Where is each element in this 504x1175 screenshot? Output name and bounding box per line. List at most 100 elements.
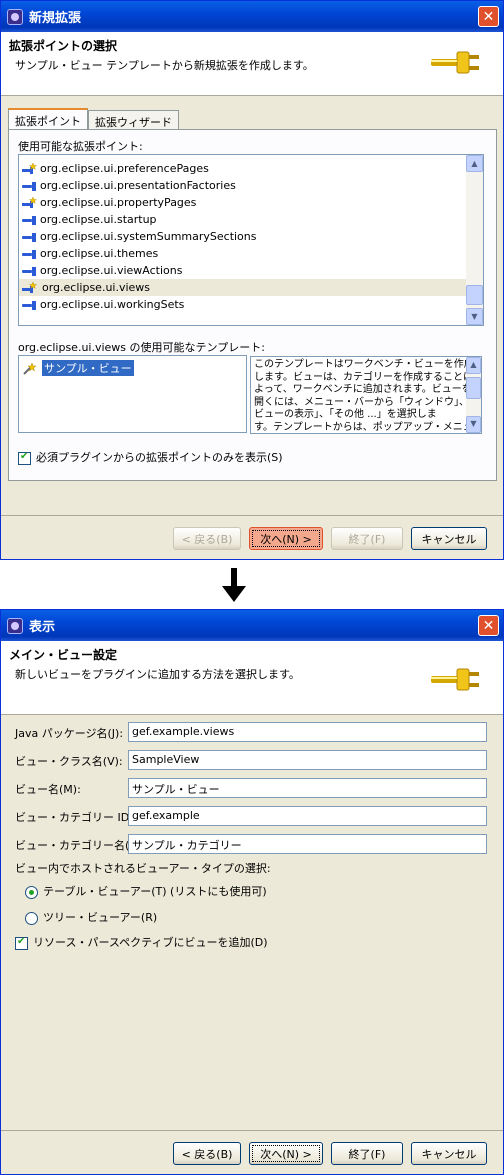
field-label: ビュー・クラス名(V): bbox=[15, 755, 123, 768]
finish-button[interactable]: 終了(F) bbox=[331, 1142, 403, 1165]
plug-icon bbox=[22, 231, 38, 243]
extension-point-item[interactable]: org.eclipse.ui.workingSets bbox=[19, 296, 483, 313]
description-scrollbar[interactable]: ▲ ▼ bbox=[466, 357, 481, 433]
scroll-thumb[interactable] bbox=[466, 377, 481, 399]
extension-point-item[interactable]: org.eclipse.ui.propertyPages bbox=[19, 194, 483, 211]
extension-template-icon bbox=[22, 280, 38, 294]
wizard-icon bbox=[22, 361, 40, 375]
text-field[interactable]: gef.example bbox=[128, 806, 487, 826]
back-button[interactable]: < 戻る(B) bbox=[173, 527, 241, 550]
description-line: す。テンプレートからは、ポップアップ・メニュー bbox=[254, 421, 482, 433]
vertical-scrollbar[interactable]: ▲ ▼ bbox=[466, 155, 483, 325]
plug-icon bbox=[22, 265, 38, 277]
eclipse-icon bbox=[7, 8, 23, 25]
description-line: します。ビューは、カテゴリーを作成することに bbox=[254, 371, 473, 383]
templates-label: org.eclipse.ui.views の使用可能なテンプレート: bbox=[18, 341, 265, 354]
extension-point-label: org.eclipse.ui.propertyPages bbox=[40, 196, 197, 209]
scroll-down-icon[interactable]: ▼ bbox=[466, 416, 481, 433]
page-title: メイン・ビュー設定 bbox=[9, 648, 118, 662]
table-viewer-radio[interactable]: テーブル・ビューアー(T) (リストにも使用可) bbox=[25, 883, 267, 899]
template-item[interactable]: サンプル・ビュー bbox=[19, 359, 246, 376]
scroll-up-icon[interactable]: ▲ bbox=[466, 155, 483, 172]
text-field[interactable]: gef.example.views bbox=[128, 722, 487, 742]
available-points-label: 使用可能な拡張ポイント: bbox=[18, 140, 143, 153]
radio-dot[interactable] bbox=[25, 911, 38, 925]
title-bar[interactable]: 新規拡張 bbox=[1, 1, 503, 32]
page-title: 拡張ポイントの選択 bbox=[9, 39, 118, 53]
finish-button[interactable]: 終了(F) bbox=[331, 527, 403, 550]
extension-point-item[interactable]: org.eclipse.ui.themes bbox=[19, 245, 483, 262]
extension-point-label: org.eclipse.ui.preferencePages bbox=[40, 162, 209, 175]
down-arrow-icon bbox=[222, 568, 246, 602]
plug-icon bbox=[431, 51, 479, 74]
tree-viewer-label: ツリー・ビューアー(R) bbox=[43, 911, 158, 924]
next-button[interactable]: 次へ(N) > bbox=[249, 527, 323, 550]
button-bar: < 戻る(B) 次へ(N) > 終了(F) キャンセル bbox=[1, 1130, 503, 1174]
description-line: 開くには、メニュー・バーから「ウィンドウ」、「 bbox=[254, 396, 474, 408]
template-description: このテンプレートはワークベンチ・ビューを作成 します。ビューは、カテゴリーを作成す… bbox=[250, 356, 482, 434]
form-row: ビュー・カテゴリー名(I): サンプル・カテゴリー bbox=[15, 834, 487, 854]
checkbox-box[interactable] bbox=[15, 936, 28, 950]
viewer-type-label: ビュー内でホストされるビューアー・タイプの選択: bbox=[15, 862, 271, 875]
page-description: サンプル・ビュー テンプレートから新規拡張を作成します。 bbox=[15, 59, 314, 72]
extension-point-list[interactable]: org.eclipse.ui.preferencePages org.eclips… bbox=[18, 154, 484, 326]
extension-point-label: org.eclipse.ui.workingSets bbox=[40, 298, 185, 311]
wizard-header: メイン・ビュー設定 新しいビューをプラグインに追加する方法を選択します。 bbox=[1, 641, 503, 715]
extension-point-item[interactable]: org.eclipse.ui.startup bbox=[19, 211, 483, 228]
close-icon[interactable]: ✕ bbox=[478, 615, 499, 636]
extension-point-label: org.eclipse.ui.viewActions bbox=[40, 264, 183, 277]
form-row: Java パッケージ名(J): gef.example.views bbox=[15, 722, 487, 742]
template-list[interactable]: サンプル・ビュー bbox=[18, 355, 247, 433]
text-field[interactable]: サンプル・カテゴリー bbox=[128, 834, 487, 854]
add-perspective-checkbox[interactable]: リソース・パースペクティブにビューを追加(D) bbox=[15, 934, 268, 950]
extension-point-label: org.eclipse.ui.presentationFactories bbox=[40, 179, 236, 192]
page-description: 新しいビューをプラグインに追加する方法を選択します。 bbox=[15, 668, 300, 681]
extension-point-label: org.eclipse.ui.themes bbox=[40, 247, 159, 260]
next-button[interactable]: 次へ(N) > bbox=[249, 1142, 323, 1165]
plug-icon bbox=[22, 299, 38, 311]
cancel-button[interactable]: キャンセル bbox=[411, 1142, 487, 1165]
extension-point-item[interactable]: org.eclipse.ui.systemSummarySections bbox=[19, 228, 483, 245]
extension-point-item[interactable]: org.eclipse.ui.preferencePages bbox=[19, 160, 483, 177]
only-required-label: 必須プラグインからの拡張ポイントのみを表示(S) bbox=[36, 451, 283, 464]
text-field[interactable]: SampleView bbox=[128, 750, 487, 770]
text-field[interactable]: サンプル・ビュー bbox=[128, 778, 487, 798]
radio-dot[interactable] bbox=[25, 885, 38, 899]
tab-extension-points[interactable]: 拡張ポイント bbox=[8, 108, 88, 130]
tree-viewer-radio[interactable]: ツリー・ビューアー(R) bbox=[25, 909, 157, 925]
close-icon[interactable]: ✕ bbox=[478, 6, 499, 27]
table-viewer-label: テーブル・ビューアー(T) (リストにも使用可) bbox=[43, 885, 267, 898]
plug-icon bbox=[22, 180, 38, 192]
field-label: Java パッケージ名(J): bbox=[15, 727, 124, 740]
extension-point-item[interactable]: org.eclipse.ui.presentationFactories bbox=[19, 177, 483, 194]
form-row: ビュー名(M): サンプル・ビュー bbox=[15, 778, 487, 798]
template-item-label: サンプル・ビュー bbox=[42, 359, 134, 376]
cancel-button[interactable]: キャンセル bbox=[411, 527, 487, 550]
description-line: このテンプレートはワークベンチ・ビューを作成 bbox=[254, 359, 474, 370]
plug-icon bbox=[431, 668, 479, 691]
back-button[interactable]: < 戻る(B) bbox=[173, 1142, 241, 1165]
window-title: 新規拡張 bbox=[29, 11, 82, 26]
form-row: ビュー・カテゴリー ID(C): gef.example bbox=[15, 806, 487, 826]
tab-strip: 拡張ポイント 拡張ウィザード bbox=[8, 108, 179, 130]
button-bar: < 戻る(B) 次へ(N) > 終了(F) キャンセル bbox=[1, 515, 503, 559]
new-extension-dialog: 新規拡張 ✕ 拡張ポイントの選択 サンプル・ビュー テンプレートから新規拡張を作… bbox=[0, 0, 504, 560]
scroll-down-icon[interactable]: ▼ bbox=[466, 308, 483, 325]
extension-template-icon bbox=[22, 195, 38, 209]
wizard-header: 拡張ポイントの選択 サンプル・ビュー テンプレートから新規拡張を作成します。 bbox=[1, 32, 503, 96]
plug-icon bbox=[22, 248, 38, 260]
scroll-thumb[interactable] bbox=[466, 285, 483, 305]
field-label: ビュー名(M): bbox=[15, 783, 81, 796]
description-line: よって、ワークベンチに追加されます。ビューを bbox=[254, 384, 472, 395]
tab-extension-wizards[interactable]: 拡張ウィザード bbox=[88, 110, 179, 130]
description-line: ビューの表示」、「その他 ...」を選択しま bbox=[254, 409, 437, 420]
title-bar[interactable]: 表示 bbox=[1, 610, 503, 641]
extension-point-label: org.eclipse.ui.startup bbox=[40, 213, 157, 226]
extension-point-item[interactable]: org.eclipse.ui.viewActions bbox=[19, 262, 483, 279]
window-title: 表示 bbox=[29, 620, 56, 635]
scroll-up-icon[interactable]: ▲ bbox=[466, 357, 481, 374]
field-label: ビュー・カテゴリー名(I): bbox=[15, 839, 141, 852]
checkbox-box[interactable] bbox=[18, 451, 31, 465]
only-required-checkbox[interactable]: 必須プラグインからの拡張ポイントのみを表示(S) bbox=[18, 449, 283, 465]
extension-point-item[interactable]: org.eclipse.ui.views bbox=[19, 279, 483, 296]
